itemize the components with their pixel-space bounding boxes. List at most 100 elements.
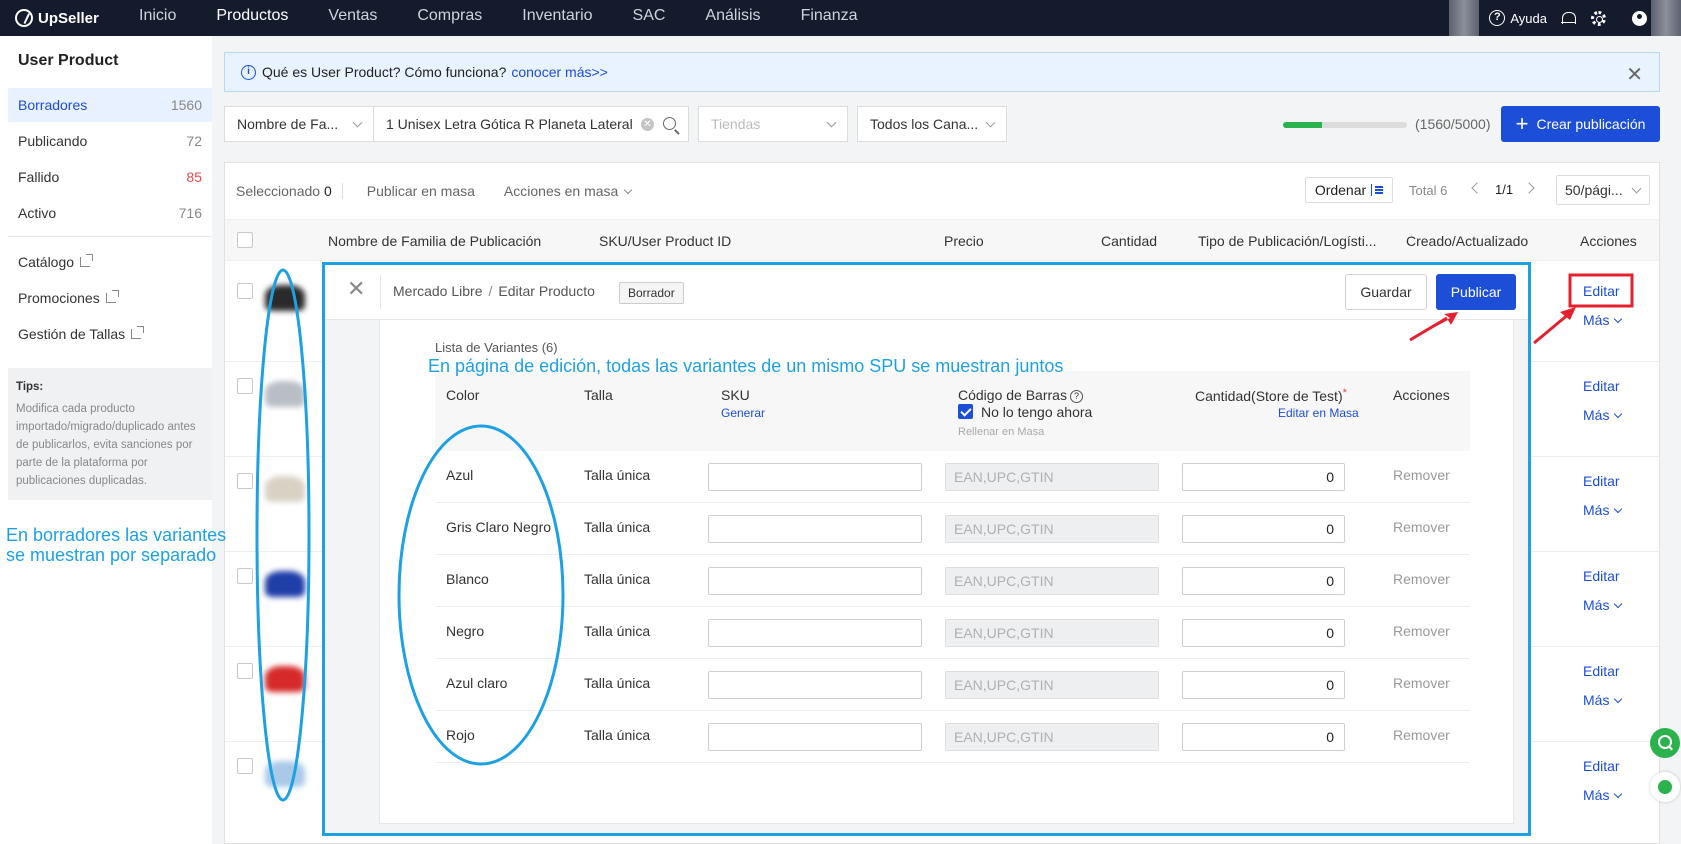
row-more-label: Más [1583,597,1610,613]
sidebar-item-publicando[interactable]: Publicando 72 [8,124,212,158]
row-more-dropdown[interactable]: Más [1583,597,1623,613]
close-icon[interactable]: ✕ [347,276,365,302]
chevron-down-icon [826,117,837,128]
quantity-input[interactable]: 0 [1182,567,1345,595]
quantity-input[interactable]: 0 [1182,463,1345,491]
remove-variant-button[interactable]: Remover [1393,467,1450,483]
nav-inventario[interactable]: Inventario [502,0,612,36]
row-checkbox[interactable] [237,473,253,489]
per-page-select[interactable]: 50/pági... [1556,175,1650,205]
remove-variant-button[interactable]: Remover [1393,519,1450,535]
nav-productos[interactable]: Productos [196,0,308,36]
floating-search-icon[interactable] [1650,728,1680,758]
nav-inicio[interactable]: Inicio [119,0,196,36]
remove-variant-button[interactable]: Remover [1393,727,1450,743]
nav-sac[interactable]: SAC [613,0,686,36]
help-link[interactable]: ? Ayuda [1489,10,1547,26]
close-icon[interactable]: ✕ [1626,62,1643,87]
quantity-input[interactable]: 0 [1182,671,1345,699]
nav-analisis[interactable]: Análisis [685,0,780,36]
sidebar-link-label: Catálogo [18,254,75,270]
save-button[interactable]: Guardar [1345,274,1427,310]
remove-variant-button[interactable]: Remover [1393,571,1450,587]
barcode-input[interactable]: EAN,UPC,GTIN [945,619,1159,647]
sku-input[interactable] [708,671,922,699]
row-more-dropdown[interactable]: Más [1583,502,1623,518]
barcode-input[interactable]: EAN,UPC,GTIN [945,723,1159,751]
stores-select[interactable]: Tiendas [698,106,848,142]
sidebar-link-gestion-tallas[interactable]: Gestión de Tallas [18,326,145,342]
barcode-input[interactable]: EAN,UPC,GTIN [945,671,1159,699]
help-icon[interactable]: ? [1069,390,1083,403]
product-thumbnail [265,666,305,692]
row-edit-link[interactable]: Editar [1583,663,1620,679]
row-checkbox[interactable] [237,283,253,299]
row-edit-link[interactable]: Editar [1583,473,1620,489]
bulk-edit-quantity-link[interactable]: Editar en Masa [1278,406,1359,420]
row-more-dropdown[interactable]: Más [1583,312,1623,328]
remove-variant-button[interactable]: Remover [1393,675,1450,691]
breadcrumb-root[interactable]: Mercado Libre [393,283,483,299]
channels-select[interactable]: Todos los Cana... [857,106,1007,142]
brand-logo[interactable]: UpSeller [15,9,119,27]
bulk-publish-button[interactable]: Publicar en masa [367,183,475,199]
sort-label: Ordenar [1314,182,1367,198]
sku-input[interactable] [708,619,922,647]
sort-button[interactable]: Ordenar [1305,177,1393,203]
sku-input[interactable] [708,463,922,491]
sidebar-link-promociones[interactable]: Promociones [18,290,119,306]
quantity-input[interactable]: 0 [1182,723,1345,751]
bulk-actions-dropdown[interactable]: Acciones en masa [504,183,633,199]
remove-variant-button[interactable]: Remover [1393,623,1450,639]
settings-gear-icon[interactable] [1591,10,1606,26]
sidebar-item-activo[interactable]: Activo 716 [8,196,212,230]
info-icon: i [241,64,256,80]
clear-icon[interactable]: ✕ [641,118,654,131]
create-listing-button[interactable]: + Crear publicación [1501,106,1660,142]
redacted-shop-selector[interactable] [1449,0,1480,36]
row-edit-link[interactable]: Editar [1583,378,1620,394]
whatsapp-icon[interactable] [1650,772,1680,802]
row-checkbox[interactable] [237,378,253,394]
sidebar-item-fallido[interactable]: Fallido 85 [8,160,212,194]
barcode-input[interactable]: EAN,UPC,GTIN [945,515,1159,543]
banner-learn-more-link[interactable]: conocer más>> [511,64,608,80]
search-icon[interactable] [663,117,676,130]
quota-text: (1560/5000) [1415,116,1491,132]
quantity-input[interactable]: 0 [1182,619,1345,647]
barcode-input[interactable]: EAN,UPC,GTIN [945,463,1159,491]
sku-input[interactable] [708,723,922,751]
publish-button[interactable]: Publicar [1436,274,1516,310]
row-checkbox[interactable] [237,663,253,679]
no-barcode-checkbox[interactable] [958,404,973,419]
nav-compras[interactable]: Compras [397,0,502,36]
sidebar-link-catalogo[interactable]: Catálogo [18,254,94,270]
notification-bell-icon[interactable] [1561,11,1576,26]
redacted-username[interactable] [1651,0,1681,36]
variant-row: Gris Claro Negro Talla única EAN,UPC,GTIN 0… [435,503,1470,555]
row-checkbox[interactable] [237,568,253,584]
user-avatar-icon[interactable] [1632,10,1647,26]
sidebar-item-borradores[interactable]: Borradores 1560 [8,88,212,122]
col-size: Talla [584,387,613,403]
quantity-input[interactable]: 0 [1182,515,1345,543]
row-edit-link[interactable]: Editar [1583,568,1620,584]
variants-title: Lista de Variantes (6) [435,340,558,355]
row-checkbox[interactable] [237,758,253,774]
generate-sku-link[interactable]: Generar [721,406,765,420]
row-edit-link[interactable]: Editar [1583,283,1620,299]
barcode-input[interactable]: EAN,UPC,GTIN [945,567,1159,595]
row-more-dropdown[interactable]: Más [1583,407,1623,423]
sku-input[interactable] [708,567,922,595]
nav-finanza[interactable]: Finanza [781,0,878,36]
variant-size: Talla única [584,675,651,691]
sku-input[interactable] [708,515,922,543]
variant-row: Negro Talla única EAN,UPC,GTIN 0 Remover [435,607,1470,659]
row-more-dropdown[interactable]: Más [1583,692,1623,708]
row-edit-link[interactable]: Editar [1583,758,1620,774]
search-input[interactable]: 1 Unisex Letra Gótica R Planeta Lateral … [373,106,689,142]
nav-ventas[interactable]: Ventas [308,0,397,36]
search-field-select[interactable]: Nombre de Fa... [224,106,374,142]
select-all-checkbox[interactable] [237,232,253,248]
row-more-dropdown[interactable]: Más [1583,787,1623,803]
